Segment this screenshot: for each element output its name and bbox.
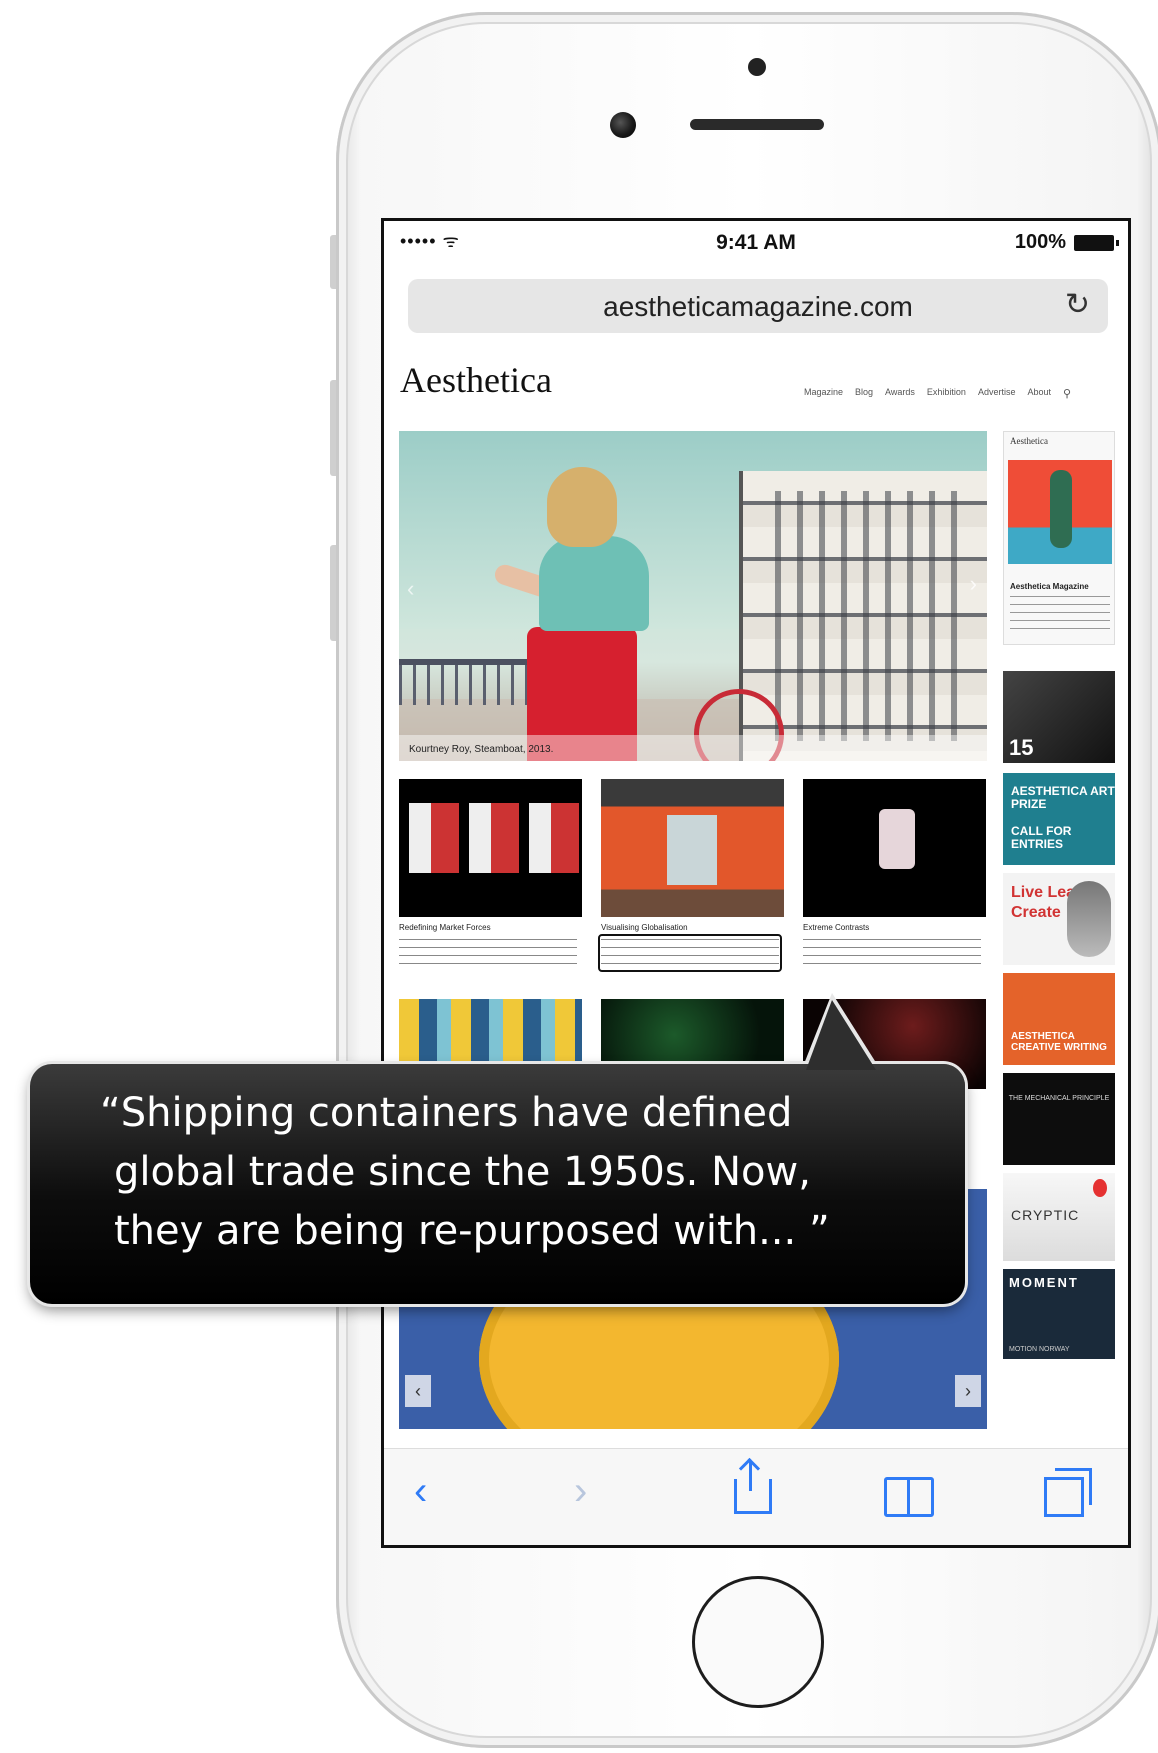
ad-moment[interactable]: MOMENT MOTION NORWAY: [1003, 1269, 1115, 1359]
nav-item-magazine[interactable]: Magazine: [804, 387, 843, 400]
bookmarks-icon[interactable]: [884, 1469, 934, 1517]
feature-next-icon[interactable]: ›: [955, 1375, 981, 1407]
hero-prev-icon[interactable]: ‹: [407, 576, 414, 602]
address-bar[interactable]: aestheticamagazine.com ↻: [408, 279, 1108, 333]
nav-item-blog[interactable]: Blog: [855, 387, 873, 400]
ad-prize-line1: AESTHETICA ART PRIZE: [1011, 784, 1115, 811]
ad-black-text: THE MECHANICAL PRINCIPLE: [1008, 1095, 1110, 1102]
tabs-icon[interactable]: [1044, 1468, 1092, 1517]
ad-moment-text: MOMENT: [1009, 1275, 1079, 1290]
nav-item-about[interactable]: About: [1027, 387, 1051, 400]
ad-magazine-cover: [1008, 460, 1112, 564]
ad-prize-line2: CALL FOR ENTRIES: [1011, 824, 1072, 851]
article-excerpt: [803, 939, 981, 969]
ad-live-portrait: [1067, 881, 1111, 957]
hero-caption: Kourtney Roy, Steamboat, 2013.: [409, 744, 554, 755]
article-title[interactable]: Redefining Market Forces: [399, 923, 491, 932]
nav-item-exhibition[interactable]: Exhibition: [927, 387, 966, 400]
hero-woman-top: [539, 536, 649, 631]
ad-orange-text: AESTHETICA CREATIVE WRITING: [1011, 1031, 1107, 1053]
hero-next-icon[interactable]: ›: [970, 571, 977, 597]
article-image[interactable]: [803, 779, 986, 917]
ad-creative-writing[interactable]: AESTHETICA CREATIVE WRITING: [1003, 973, 1115, 1065]
callout-quote: “Shipping containers have defined global…: [100, 1084, 960, 1261]
status-bar: ••••• ᯤ 9:41 AM 100%: [384, 221, 1128, 263]
reload-icon[interactable]: ↻: [1065, 287, 1090, 322]
hero-slideshow[interactable]: ‹ › Kourtney Roy, Steamboat, 2013.: [399, 431, 987, 761]
ad-cryptic-figure: [1093, 1179, 1107, 1197]
proximity-sensor: [748, 58, 766, 76]
nav-item-advertise[interactable]: Advertise: [978, 387, 1016, 400]
ad-dark-number: 15: [1009, 735, 1034, 760]
earpiece-speaker: [690, 119, 824, 130]
article-image[interactable]: [601, 779, 784, 917]
share-icon[interactable]: [734, 1461, 772, 1514]
feature-prev-icon[interactable]: ‹: [405, 1375, 431, 1407]
search-icon[interactable]: ⚲: [1063, 387, 1071, 400]
ad-magazine-title: Aesthetica: [1010, 436, 1048, 446]
forward-icon[interactable]: ›: [574, 1469, 587, 1514]
speech-callout: “Shipping containers have defined global…: [30, 1064, 965, 1304]
site-logo[interactable]: Aesthetica: [400, 359, 552, 401]
home-button[interactable]: [692, 1576, 824, 1708]
selected-text-highlight: [598, 934, 782, 972]
ad-art-prize[interactable]: AESTHETICA ART PRIZE CALL FOR ENTRIES: [1003, 773, 1115, 865]
ad-dark[interactable]: 15: [1003, 671, 1115, 763]
article-image[interactable]: [399, 779, 582, 917]
ad-live-learn-create[interactable]: Live Learn Create: [1003, 873, 1115, 965]
battery-icon: [1074, 235, 1119, 251]
callout-line: “Shipping containers have defined: [100, 1090, 793, 1136]
battery-percent: 100%: [1014, 231, 1066, 253]
callout-line: they are being re-purposed with... ”: [114, 1208, 830, 1254]
article-title[interactable]: Visualising Globalisation: [601, 923, 688, 932]
ad-cryptic-text: CRYPTIC: [1011, 1207, 1080, 1223]
article-card[interactable]: Redefining Market Forces: [399, 779, 582, 969]
ad-magazine-heading: Aesthetica Magazine: [1010, 582, 1089, 591]
ad-cryptic[interactable]: CRYPTIC: [1003, 1173, 1115, 1261]
article-card[interactable]: Extreme Contrasts: [803, 779, 986, 969]
hero-steamboat-windows: [759, 491, 969, 741]
article-title[interactable]: Extreme Contrasts: [803, 923, 869, 932]
front-camera: [610, 112, 636, 138]
ad-magazine-body: [1010, 596, 1110, 636]
callout-line: global trade since the 1950s. Now,: [114, 1149, 811, 1195]
article-card[interactable]: Visualising Globalisation: [598, 779, 784, 972]
hero-woman-hair: [547, 467, 617, 547]
site-nav: Magazine Blog Awards Exhibition Advertis…: [804, 387, 1071, 400]
phone-screen: ••••• ᯤ 9:41 AM 100% aestheticamagazine.…: [381, 218, 1131, 1548]
nav-item-awards[interactable]: Awards: [885, 387, 915, 400]
ad-moment-sub: MOTION NORWAY: [1009, 1346, 1070, 1353]
ad-magazine[interactable]: Aesthetica Aesthetica Magazine: [1003, 431, 1115, 645]
safari-toolbar: ‹ ›: [384, 1448, 1128, 1545]
article-excerpt: [399, 939, 577, 969]
callout-tail: [806, 1000, 876, 1070]
url-text[interactable]: aestheticamagazine.com: [408, 291, 1108, 323]
ad-mechanical[interactable]: THE MECHANICAL PRINCIPLE: [1003, 1073, 1115, 1165]
back-icon[interactable]: ‹: [414, 1469, 427, 1514]
